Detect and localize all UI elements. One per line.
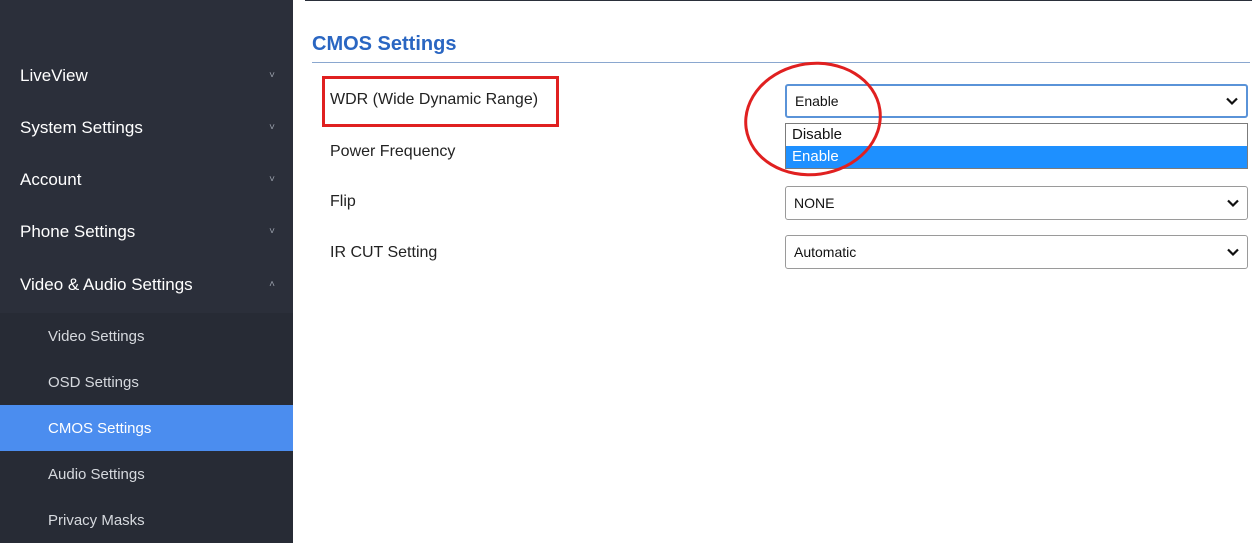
chevron-down-icon xyxy=(1227,248,1239,257)
chevron-down-icon xyxy=(1226,97,1238,106)
page-title: CMOS Settings xyxy=(312,33,457,55)
sidebar-item-label: Account xyxy=(20,170,82,189)
sidebar-item-account[interactable]: Account ˅ xyxy=(0,154,293,206)
chevron-down-icon xyxy=(1227,199,1239,208)
sidebar-item-system-settings[interactable]: System Settings ˅ xyxy=(0,102,293,154)
sidebar-subitem-label: Video Settings xyxy=(48,327,145,345)
sidebar-item-liveview[interactable]: LiveView ˅ xyxy=(0,50,293,102)
sidebar-subitem-video-settings[interactable]: Video Settings xyxy=(0,313,293,359)
sidebar-item-label: LiveView xyxy=(20,66,88,85)
title-divider xyxy=(312,62,1250,63)
sidebar-item-label: Video & Audio Settings xyxy=(20,275,193,294)
ir-cut-select-value: Automatic xyxy=(794,244,857,260)
sidebar-item-phone-settings[interactable]: Phone Settings ˅ xyxy=(0,206,293,258)
sidebar-item-label: System Settings xyxy=(20,118,143,137)
chevron-down-icon: ˅ xyxy=(269,226,275,237)
chevron-up-icon: ˄ xyxy=(269,279,275,290)
chevron-down-icon: ˅ xyxy=(269,174,275,185)
dropdown-option-disable[interactable]: Disable xyxy=(786,124,1247,146)
sidebar-subitem-label: CMOS Settings xyxy=(48,419,152,437)
flip-select[interactable]: NONE xyxy=(785,186,1248,220)
chevron-down-icon: ˅ xyxy=(269,70,275,81)
sidebar: LiveView ˅ System Settings ˅ Account ˅ P… xyxy=(0,0,293,543)
chevron-down-icon: ˅ xyxy=(269,122,275,133)
sidebar-item-video-audio-settings[interactable]: Video & Audio Settings ˄ xyxy=(0,259,293,311)
flip-select-value: NONE xyxy=(794,195,835,211)
sidebar-subitem-privacy-masks[interactable]: Privacy Masks xyxy=(0,497,293,543)
power-frequency-label: Power Frequency xyxy=(330,143,456,160)
wdr-select[interactable]: Enable xyxy=(785,84,1248,118)
sidebar-subitem-cmos-settings[interactable]: CMOS Settings xyxy=(0,405,293,451)
sidebar-subitem-audio-settings[interactable]: Audio Settings xyxy=(0,451,293,497)
sidebar-subitem-label: Privacy Masks xyxy=(48,511,145,529)
sidebar-subitem-osd-settings[interactable]: OSD Settings xyxy=(0,359,293,405)
dropdown-option-enable[interactable]: Enable xyxy=(786,146,1247,168)
wdr-dropdown-list: Disable Enable xyxy=(785,123,1248,169)
flip-label: Flip xyxy=(330,193,356,210)
wdr-label: WDR (Wide Dynamic Range) xyxy=(330,91,539,108)
ir-cut-label: IR CUT Setting xyxy=(330,244,438,261)
sidebar-subitem-label: OSD Settings xyxy=(48,373,139,391)
sidebar-subitem-label: Audio Settings xyxy=(48,465,145,483)
ir-cut-select[interactable]: Automatic xyxy=(785,235,1248,269)
sidebar-gap xyxy=(293,0,305,537)
wdr-select-value: Enable xyxy=(795,93,839,109)
sidebar-item-label: Phone Settings xyxy=(20,222,136,241)
